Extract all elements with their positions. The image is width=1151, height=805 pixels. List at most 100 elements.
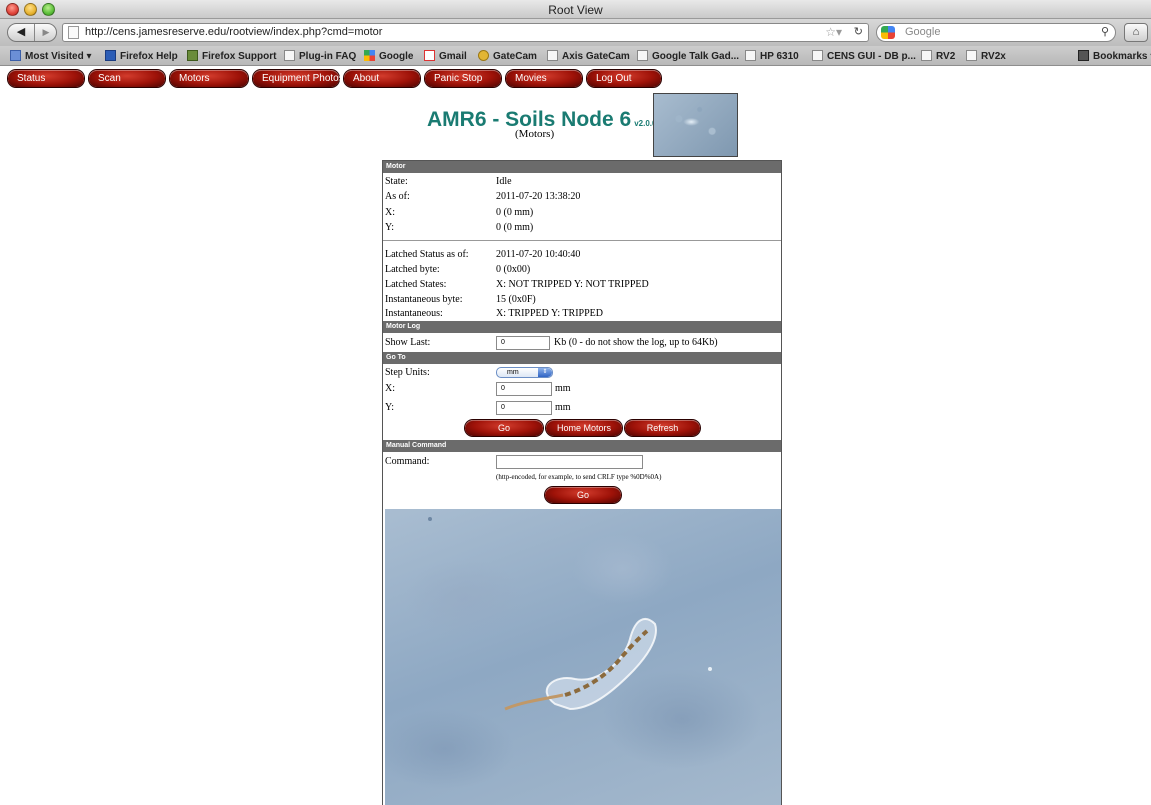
- show-last-label: Show Last:: [385, 337, 431, 348]
- page-icon: [966, 50, 977, 61]
- bookmark-most-visited[interactable]: Most Visited ▾: [10, 50, 92, 62]
- command-label: Command:: [385, 456, 430, 467]
- instantaneous-byte-value: 15 (0x0F): [496, 294, 536, 305]
- menu-about-button[interactable]: About: [344, 70, 420, 87]
- home-button[interactable]: ⌂: [1124, 23, 1148, 42]
- bookmark-hp-6310[interactable]: HP 6310: [745, 50, 799, 62]
- page-icon: [637, 50, 648, 61]
- bookmarks-icon: [1078, 50, 1089, 61]
- goto-y-unit: mm: [555, 402, 571, 413]
- state-label: State:: [385, 176, 408, 187]
- command-input[interactable]: [496, 455, 643, 469]
- url-text[interactable]: http://cens.jamesreserve.edu/rootview/in…: [85, 26, 382, 38]
- bookmark-axis-gatecam[interactable]: Axis GateCam: [547, 50, 630, 62]
- window-titlebar: Root View: [0, 0, 1151, 19]
- goto-y-label: Y:: [385, 402, 395, 413]
- manual-command-section-header: Manual Command: [383, 440, 781, 452]
- bookmark-gatecam[interactable]: GateCam: [478, 50, 537, 62]
- bookmarks-toolbar: Most Visited ▾ Firefox Help Firefox Supp…: [0, 46, 1151, 66]
- bookmark-star-icon[interactable]: ☆▾: [825, 25, 842, 39]
- instantaneous-label: Instantaneous:: [385, 308, 443, 319]
- select-arrows-icon: ⇕: [538, 368, 552, 377]
- menu-status-button[interactable]: Status: [8, 70, 84, 87]
- latched-byte-label: Latched byte:: [385, 264, 440, 275]
- latched-states-value: X: NOT TRIPPED Y: NOT TRIPPED: [496, 279, 649, 290]
- command-go-button[interactable]: Go: [545, 487, 621, 503]
- navigation-toolbar: ◀ ▶ http://cens.jamesreserve.edu/rootvie…: [0, 19, 1151, 46]
- bookmark-firefox-help[interactable]: Firefox Help: [105, 50, 178, 62]
- most-visited-icon: [10, 50, 21, 61]
- back-forward-group: ◀ ▶: [7, 23, 57, 42]
- root-image-svg: [428, 517, 712, 711]
- latched-status-label: Latched Status as of:: [385, 249, 469, 260]
- as-of-label: As of:: [385, 191, 410, 202]
- bookmark-plugin-faq[interactable]: Plug-in FAQ: [284, 50, 356, 62]
- goto-section-header: Go To: [383, 352, 781, 364]
- gmail-icon: [424, 50, 435, 61]
- page-icon: [745, 50, 756, 61]
- goto-x-unit: mm: [555, 383, 571, 394]
- particle-shape: [428, 517, 432, 521]
- command-hint: (http-encoded, for example, to send CRLF…: [496, 473, 662, 481]
- bookmark-cens-gui[interactable]: CENS GUI - DB p...: [812, 50, 916, 62]
- latched-status-value: 2011-07-20 10:40:40: [496, 249, 581, 260]
- menu-scan-button[interactable]: Scan: [89, 70, 165, 87]
- bookmark-rv2x[interactable]: RV2x: [966, 50, 1006, 62]
- instantaneous-byte-label: Instantaneous byte:: [385, 294, 463, 305]
- bookmark-google-talk[interactable]: Google Talk Gad...: [637, 50, 739, 62]
- reload-icon[interactable]: ↻: [854, 25, 863, 38]
- latched-byte-value: 0 (0x00): [496, 264, 531, 275]
- motor-panel: Motor State: Idle As of: 2011-07-20 13:3…: [382, 160, 782, 805]
- show-last-input[interactable]: 0: [496, 336, 550, 350]
- particle-shape: [708, 667, 712, 671]
- camera-image: [385, 509, 781, 805]
- search-bar[interactable]: Google ⚲: [876, 23, 1116, 42]
- show-last-hint: Kb (0 - do not show the log, up to 64Kb): [554, 337, 718, 348]
- camera-icon: [478, 50, 489, 61]
- site-menu: Status Scan Motors Equipment Photos Abou…: [0, 70, 1151, 90]
- google-logo-icon[interactable]: [881, 26, 895, 39]
- camera-thumbnail[interactable]: [653, 93, 738, 157]
- state-value: Idle: [496, 176, 512, 187]
- step-units-select[interactable]: mm ⇕: [496, 367, 553, 378]
- section-divider: [383, 240, 781, 241]
- menu-panic-stop-button[interactable]: Panic Stop: [425, 70, 501, 87]
- google-icon: [364, 50, 375, 61]
- bookmark-rv2[interactable]: RV2: [921, 50, 955, 62]
- search-input[interactable]: Google: [905, 26, 940, 38]
- latched-states-label: Latched States:: [385, 279, 447, 290]
- goto-x-label: X:: [385, 383, 395, 394]
- menu-log-out-button[interactable]: Log Out: [587, 70, 661, 87]
- page-icon: [812, 50, 823, 61]
- page-icon: [284, 50, 295, 61]
- y-position-label: Y:: [385, 222, 395, 233]
- page-icon: [547, 50, 558, 61]
- x-position-value: 0 (0 mm): [496, 207, 534, 218]
- x-position-label: X:: [385, 207, 395, 218]
- page-icon: [921, 50, 932, 61]
- goto-x-input[interactable]: 0: [496, 382, 552, 396]
- window-title: Root View: [548, 3, 603, 17]
- motor-section-header: Motor: [383, 161, 781, 173]
- bookmarks-menu[interactable]: Bookmarks ▾: [1078, 50, 1151, 62]
- menu-movies-button[interactable]: Movies: [506, 70, 582, 87]
- search-icon[interactable]: ⚲: [1101, 25, 1109, 38]
- menu-motors-button[interactable]: Motors: [170, 70, 248, 87]
- go-button[interactable]: Go: [465, 420, 543, 436]
- step-units-label: Step Units:: [385, 367, 430, 378]
- forward-button[interactable]: ▶: [36, 24, 56, 41]
- page-icon: [68, 26, 79, 39]
- bookmark-google[interactable]: Google: [364, 50, 413, 62]
- menu-equipment-photos-button[interactable]: Equipment Photos: [253, 70, 344, 87]
- y-position-value: 0 (0 mm): [496, 222, 534, 233]
- bookmark-firefox-support[interactable]: Firefox Support: [187, 50, 276, 62]
- refresh-button[interactable]: Refresh: [625, 420, 700, 436]
- motor-log-section-header: Motor Log: [383, 321, 781, 333]
- bookmark-gmail[interactable]: Gmail: [424, 50, 467, 62]
- back-button[interactable]: ◀: [8, 24, 35, 41]
- support-icon: [187, 50, 198, 61]
- home-motors-button[interactable]: Home Motors: [546, 420, 622, 436]
- instantaneous-value: X: TRIPPED Y: TRIPPED: [496, 308, 603, 319]
- goto-y-input[interactable]: 0: [496, 401, 552, 415]
- url-bar[interactable]: http://cens.jamesreserve.edu/rootview/in…: [62, 23, 869, 42]
